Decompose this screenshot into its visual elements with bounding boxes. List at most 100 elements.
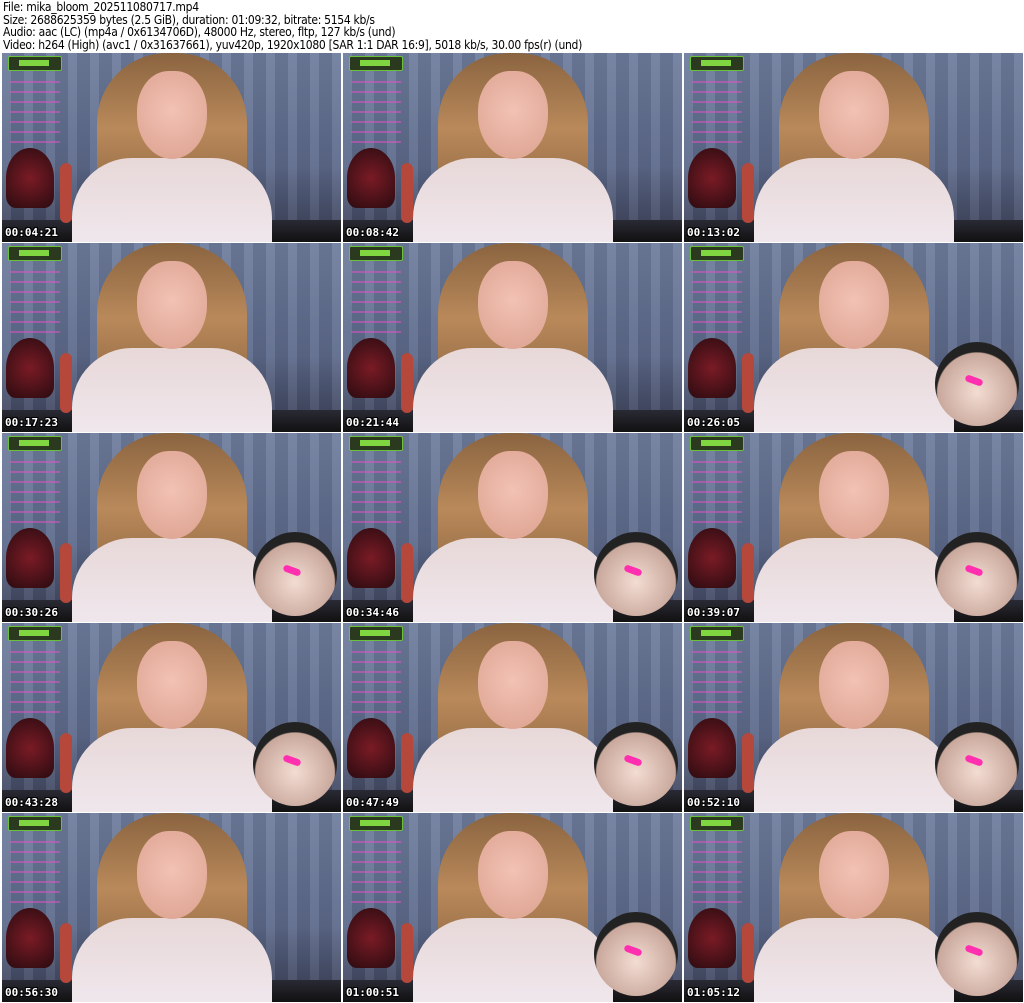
timestamp: 00:34:46 (346, 606, 399, 619)
dmca-badge-icon (690, 626, 744, 641)
video-info: Video: h264 (High) (avc1 / 0x31637661), … (3, 37, 582, 52)
inset-camera (594, 532, 678, 616)
prop (742, 353, 754, 413)
video-thumbnail: 00:17:23 (2, 243, 341, 432)
tip-menu-overlay (10, 841, 60, 911)
prop (401, 923, 413, 983)
person-body (71, 538, 272, 622)
person-body (71, 348, 272, 432)
inset-camera (594, 722, 678, 806)
person-face (477, 71, 548, 159)
tip-menu-overlay (10, 461, 60, 531)
timestamp: 01:00:51 (346, 986, 399, 999)
prop (401, 733, 413, 793)
person-body (412, 918, 613, 1002)
inset-camera (253, 722, 337, 806)
prop (401, 163, 413, 223)
bouquet (688, 338, 736, 398)
inset-camera (935, 532, 1019, 616)
person-face (136, 71, 207, 159)
timestamp: 00:52:10 (687, 796, 740, 809)
person-face (818, 71, 889, 159)
timestamp: 00:13:02 (687, 226, 740, 239)
timestamp: 00:30:26 (5, 606, 58, 619)
pink-device (623, 754, 643, 767)
video-thumbnail: 01:00:51 (343, 813, 682, 1002)
tip-menu-overlay (10, 651, 60, 721)
tip-menu-overlay (351, 271, 401, 341)
inset-camera (594, 912, 678, 996)
pink-device (282, 754, 302, 767)
prop (60, 163, 72, 223)
timestamp: 00:56:30 (5, 986, 58, 999)
bouquet (688, 148, 736, 208)
dmca-badge-icon (349, 246, 403, 261)
tip-menu-overlay (10, 271, 60, 341)
person-face (818, 451, 889, 539)
video-thumbnail: 00:39:07 (684, 433, 1023, 622)
person-body (753, 158, 954, 242)
file-info-header: File: mika_bloom_202511080717.mp4 Size: 2… (3, 1, 582, 51)
person-face (818, 831, 889, 919)
inset-camera (253, 532, 337, 616)
inset-camera (935, 342, 1019, 426)
person-face (818, 641, 889, 729)
bouquet (6, 908, 54, 968)
bouquet (347, 908, 395, 968)
tip-menu-overlay (351, 81, 401, 151)
person-face (477, 641, 548, 729)
dmca-badge-icon (8, 626, 62, 641)
timestamp: 00:43:28 (5, 796, 58, 809)
tip-menu-overlay (692, 651, 742, 721)
inset-camera (935, 722, 1019, 806)
tip-menu-overlay (351, 461, 401, 531)
tip-menu-overlay (692, 81, 742, 151)
person-body (412, 158, 613, 242)
timestamp: 00:04:21 (5, 226, 58, 239)
person-body (753, 918, 954, 1002)
person-body (753, 728, 954, 812)
pink-device (964, 374, 984, 387)
timestamp: 00:39:07 (687, 606, 740, 619)
pink-device (623, 944, 643, 957)
prop (60, 733, 72, 793)
bouquet (688, 718, 736, 778)
tip-menu-overlay (10, 81, 60, 151)
timestamp: 00:47:49 (346, 796, 399, 809)
tip-menu-overlay (692, 461, 742, 531)
pink-device (623, 564, 643, 577)
person-body (412, 728, 613, 812)
dmca-badge-icon (349, 816, 403, 831)
dmca-badge-icon (690, 56, 744, 71)
audio-info: Audio: aac (LC) (mp4a / 0x6134706D), 480… (3, 25, 396, 40)
dmca-badge-icon (8, 436, 62, 451)
person-body (71, 918, 272, 1002)
person-body (71, 728, 272, 812)
bouquet (347, 718, 395, 778)
bouquet (347, 528, 395, 588)
video-thumbnail: 00:26:05 (684, 243, 1023, 432)
bouquet (347, 338, 395, 398)
file-name: File: mika_bloom_202511080717.mp4 (3, 0, 199, 14)
dmca-badge-icon (349, 626, 403, 641)
prop (60, 353, 72, 413)
prop (742, 733, 754, 793)
video-thumbnail: 00:34:46 (343, 433, 682, 622)
prop (742, 543, 754, 603)
person-face (136, 831, 207, 919)
prop (742, 923, 754, 983)
video-thumbnail: 00:08:42 (343, 53, 682, 242)
tip-menu-overlay (351, 651, 401, 721)
bouquet (6, 338, 54, 398)
bouquet (6, 148, 54, 208)
video-thumbnail: 00:52:10 (684, 623, 1023, 812)
pink-device (964, 754, 984, 767)
person-face (136, 641, 207, 729)
timestamp: 01:05:12 (687, 986, 740, 999)
prop (742, 163, 754, 223)
video-thumbnail: 00:04:21 (2, 53, 341, 242)
timestamp: 00:17:23 (5, 416, 58, 429)
pink-device (282, 564, 302, 577)
video-thumbnail: 00:13:02 (684, 53, 1023, 242)
prop (60, 923, 72, 983)
